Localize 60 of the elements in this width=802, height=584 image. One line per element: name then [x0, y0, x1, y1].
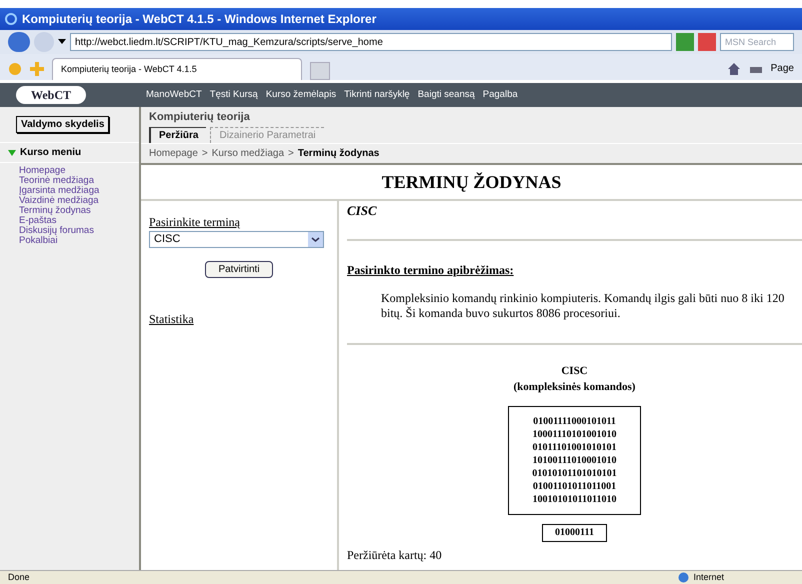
status-text: Done — [8, 570, 30, 584]
course-menu-link[interactable]: Terminų žodynas — [19, 206, 120, 216]
course-menu-link[interactable]: Vaizdinė medžiaga — [19, 196, 120, 206]
figure-subtitle: (kompleksinės komandos) — [514, 380, 636, 395]
zone-text: Internet — [693, 570, 724, 584]
confirm-button[interactable]: Patvirtinti — [205, 261, 273, 278]
stop-button[interactable] — [698, 33, 716, 51]
address-field[interactable]: http://webct.liedm.lt/SCRIPT/KTU_mag_Kemzura/scripts/serve_home — [70, 33, 672, 51]
page-title: TERMINŲ ŽODYNAS — [382, 170, 562, 194]
binary-row: 01011101001010101 — [532, 440, 616, 454]
binary-row: 01001111000101011 — [533, 414, 616, 428]
window-title: Kompiuterių teorija - WebCT 4.1.5 - Windows Internet Explorer — [22, 11, 376, 28]
breadcrumb-link[interactable]: Terminų žodynas — [298, 146, 380, 161]
course-title: Kompiuterių teorija — [149, 110, 251, 125]
nav-link[interactable]: Pagalba — [482, 88, 518, 102]
nav-link[interactable]: Baigti seansą — [418, 88, 475, 102]
browser-tab[interactable]: Kompiuterių teorija - WebCT 4.1.5 — [52, 58, 302, 80]
register-box: 01000111 — [542, 524, 607, 542]
figure-title: CISC — [561, 364, 588, 378]
webct-logo: WebCT — [16, 86, 86, 104]
chevron-down-icon — [308, 232, 323, 247]
course-menu-link[interactable]: Homepage — [19, 166, 120, 176]
binary-row: 01001101011011001 — [532, 480, 616, 492]
breadcrumb-separator: > — [202, 147, 208, 161]
course-menu-title: Kurso meniu — [20, 146, 82, 160]
page-menu[interactable]: Page — [770, 61, 794, 76]
nav-link[interactable]: Tikrinti naršyklę — [344, 88, 410, 102]
url-text: http://webct.liedm.lt/SCRIPT/KTU_mag_Kemzura/scripts/serve_home — [75, 36, 383, 50]
binary-row: 10010101011011010 — [532, 492, 616, 506]
term-select-label: Pasirinkite terminą — [149, 214, 241, 231]
statistics-link[interactable]: Statistika — [149, 310, 329, 328]
nav-link[interactable]: ManoWebCT — [146, 88, 202, 102]
breadcrumb-separator: > — [288, 147, 294, 161]
term-name: CISC — [347, 202, 378, 220]
control-panel-button[interactable]: Valdymo skydelis — [16, 116, 110, 133]
nav-link[interactable]: Tęsti Kursą — [210, 88, 258, 102]
binary-row: 10100111010001010 — [532, 454, 616, 466]
caret-icon — [58, 39, 66, 45]
course-menu-link[interactable]: Diskusijų forumas — [19, 226, 120, 236]
nav-link[interactable]: Kurso žemėlapis — [266, 88, 336, 102]
course-menu-link[interactable]: E-paštas — [19, 216, 120, 226]
term-dropdown[interactable]: CISC — [149, 231, 324, 248]
course-menu-link[interactable]: Pokalbiai — [19, 236, 120, 246]
back-button[interactable] — [8, 32, 30, 52]
view-count: Peržiūrėta kartų: 40 — [347, 546, 443, 564]
course-menu-link[interactable]: Teorinė medžiaga — [19, 176, 120, 186]
add-icon — [30, 62, 44, 76]
binary-row: 10001110101001010 — [532, 428, 616, 440]
browser-logo-icon — [4, 12, 18, 26]
globe-icon — [678, 572, 690, 583]
new-tab-button[interactable] — [310, 62, 330, 80]
breadcrumb-link[interactable]: Homepage — [149, 146, 198, 161]
course-menu-link[interactable]: Įgarsinta medžiaga — [19, 186, 120, 196]
definition-heading: Pasirinkto termino apibrėžimas: — [347, 262, 515, 278]
refresh-button[interactable] — [676, 33, 694, 51]
definition-text: Kompleksinio komandų rinkinio kompiuteris. Komandų ilgis gali būti nuo 8 iki 120 bitų. Ši komanda buvo sukurtos 8086 procesoriui. — [380, 290, 786, 320]
breadcrumb-link[interactable]: Kurso medžiaga — [212, 146, 284, 161]
home-icon — [726, 62, 741, 76]
dropdown-value: CISC — [154, 232, 180, 248]
binary-row: 01010101101010101 — [532, 466, 617, 480]
